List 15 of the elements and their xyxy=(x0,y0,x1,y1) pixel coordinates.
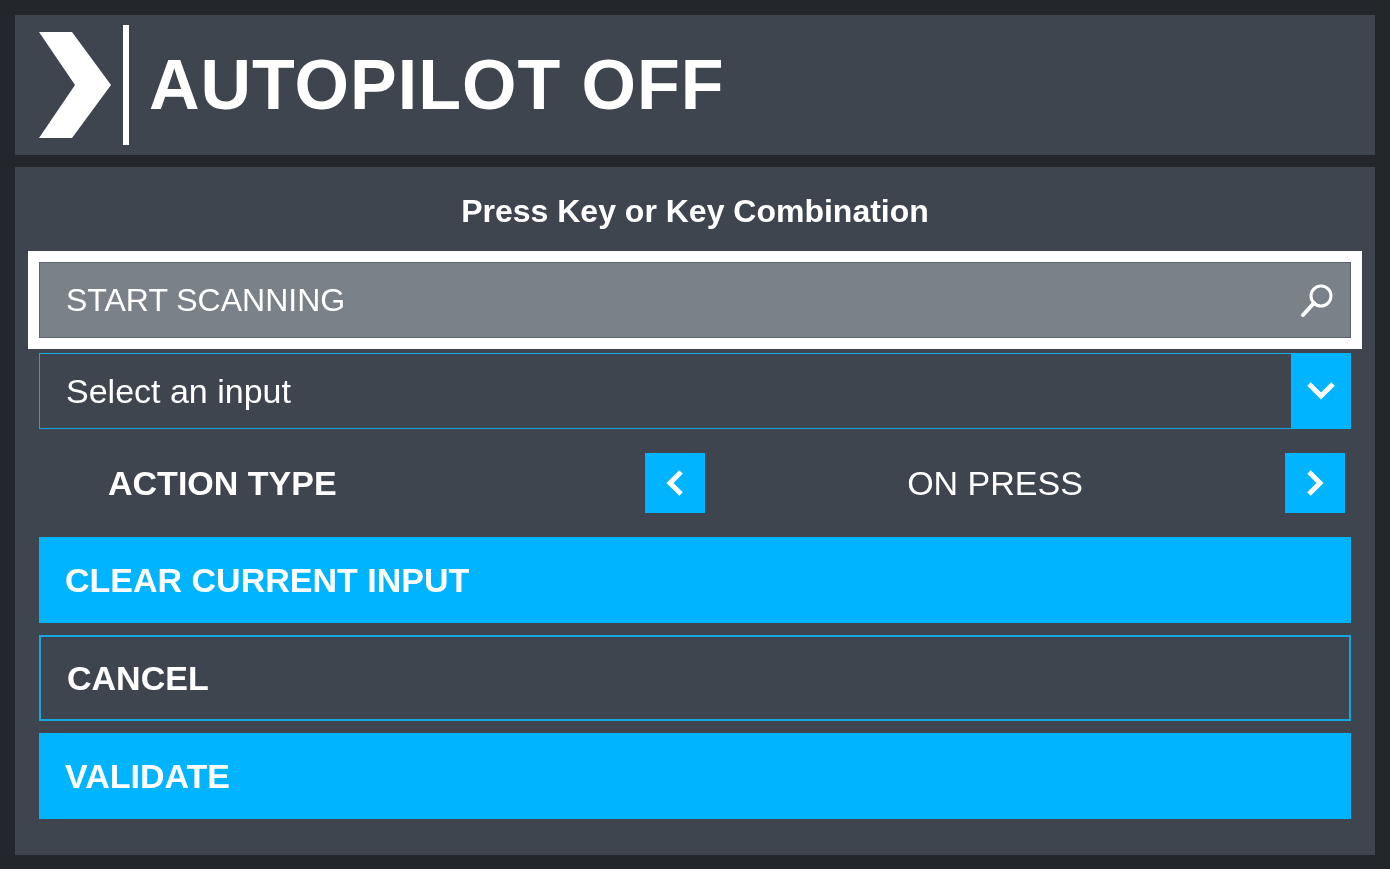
caret-icon xyxy=(1306,381,1336,401)
input-dropdown[interactable]: Select an input xyxy=(39,353,1351,429)
action-button[interactable]: CLEAR CURRENT INPUT xyxy=(39,537,1351,623)
action-type-label: ACTION TYPE xyxy=(107,462,338,504)
scan-field[interactable]: START SCANNING xyxy=(39,262,1351,338)
logo-icon xyxy=(39,25,131,145)
chevron-right-icon xyxy=(1306,469,1324,497)
chevron-left-icon xyxy=(666,469,684,497)
prompt-text: Press Key or Key Combination xyxy=(460,192,930,231)
next-button[interactable] xyxy=(1285,453,1345,513)
window-title: AUTOPILOT OFF xyxy=(149,44,725,126)
action-button[interactable]: VALIDATE xyxy=(39,733,1351,819)
action-type-value: ON PRESS xyxy=(906,462,1084,504)
previous-button[interactable] xyxy=(645,453,705,513)
action-button[interactable]: CANCEL xyxy=(39,635,1351,721)
